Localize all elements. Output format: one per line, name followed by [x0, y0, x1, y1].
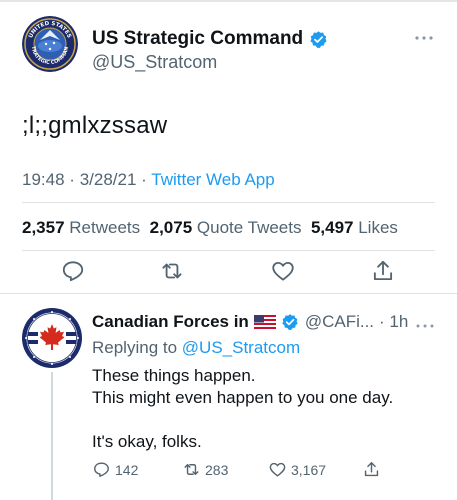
reply-age[interactable]: · 1h — [379, 312, 408, 332]
reply-count: 142 — [115, 461, 139, 478]
reply-icon[interactable] — [60, 258, 86, 284]
reply-text-line: It's okay, folks. — [92, 432, 202, 451]
reply-share-button[interactable] — [362, 460, 381, 479]
reply-reply-button[interactable]: 142 — [92, 460, 138, 479]
replying-prefix: Replying to — [92, 338, 178, 357]
reply-icon — [94, 462, 109, 477]
section-divider — [0, 293, 457, 294]
verified-icon — [281, 313, 300, 332]
retweets-count: 2,357 — [22, 218, 65, 237]
likes-label: Likes — [358, 218, 398, 237]
reply-author-handle[interactable]: @CAFi... — [305, 312, 374, 332]
tweet-stats: 2,357 Retweets 2,075 Quote Tweets 5,497 … — [22, 218, 398, 238]
share-icon — [364, 462, 379, 477]
quotes-stat[interactable]: 2,075 Quote Tweets — [150, 218, 302, 237]
divider — [22, 250, 435, 251]
reply-header: Canadian Forces in @CAFi... · 1h — [92, 312, 408, 332]
tweet-actions — [0, 258, 457, 288]
canadian-forces-crest-icon — [22, 308, 82, 368]
meta-separator: · — [141, 170, 147, 189]
retweets-label: Retweets — [69, 218, 141, 237]
author-name-row: US Strategic Command — [92, 28, 328, 50]
tweet-date[interactable]: 3/28/21 — [80, 170, 137, 189]
reply-like-button[interactable]: 3,167 — [268, 460, 326, 479]
avatar[interactable]: UNITED STATES STRATEGIC COMMAND — [22, 16, 78, 72]
tweet-source-link[interactable]: Twitter Web App — [151, 170, 274, 189]
quotes-count: 2,075 — [149, 218, 193, 237]
reply-avatar[interactable] — [22, 308, 82, 368]
reply-actions: 142 283 3,167 — [92, 460, 422, 486]
flag-icon — [253, 315, 276, 329]
quotes-label: Quote Tweets — [196, 218, 302, 237]
reply-text: These things happen. This might even hap… — [92, 365, 393, 453]
main-tweet: UNITED STATES STRATEGIC COMMAND US Strat… — [0, 0, 457, 292]
replying-mention-link[interactable]: @US_Stratcom — [182, 338, 300, 357]
meta-separator: · — [69, 170, 75, 189]
author-handle[interactable]: @US_Stratcom — [92, 52, 217, 73]
retweet-icon[interactable] — [159, 258, 185, 284]
like-icon[interactable] — [270, 258, 296, 284]
reply-retweet-button[interactable]: 283 — [182, 460, 228, 479]
replying-to: Replying to @US_Stratcom — [92, 338, 300, 358]
like-count: 3,167 — [291, 461, 327, 478]
more-icon[interactable] — [413, 30, 435, 40]
retweet-icon — [184, 464, 199, 475]
retweets-stat[interactable]: 2,357 Retweets — [22, 218, 140, 237]
author-name[interactable]: US Strategic Command — [92, 28, 303, 50]
like-icon — [269, 462, 286, 477]
verified-icon — [309, 30, 328, 49]
thread-line — [51, 372, 53, 500]
more-icon[interactable] — [415, 317, 435, 328]
likes-count: 5,497 — [310, 218, 354, 237]
share-icon[interactable] — [370, 258, 396, 284]
tweet-meta: 19:48 · 3/28/21 · Twitter Web App — [22, 170, 275, 190]
tweet-time[interactable]: 19:48 — [22, 170, 65, 189]
retweet-count: 283 — [205, 461, 229, 478]
reply-text-line: These things happen. — [92, 366, 256, 385]
divider — [22, 202, 435, 203]
tweet-text: ;l;;gmlxzssaw — [22, 112, 168, 139]
likes-stat[interactable]: 5,497 Likes — [311, 218, 398, 237]
stratcom-seal-icon: UNITED STATES STRATEGIC COMMAND — [22, 16, 78, 72]
reply-text-line: This might even happen to you one day. — [92, 388, 394, 407]
reply-author-name[interactable]: Canadian Forces in — [92, 312, 249, 332]
